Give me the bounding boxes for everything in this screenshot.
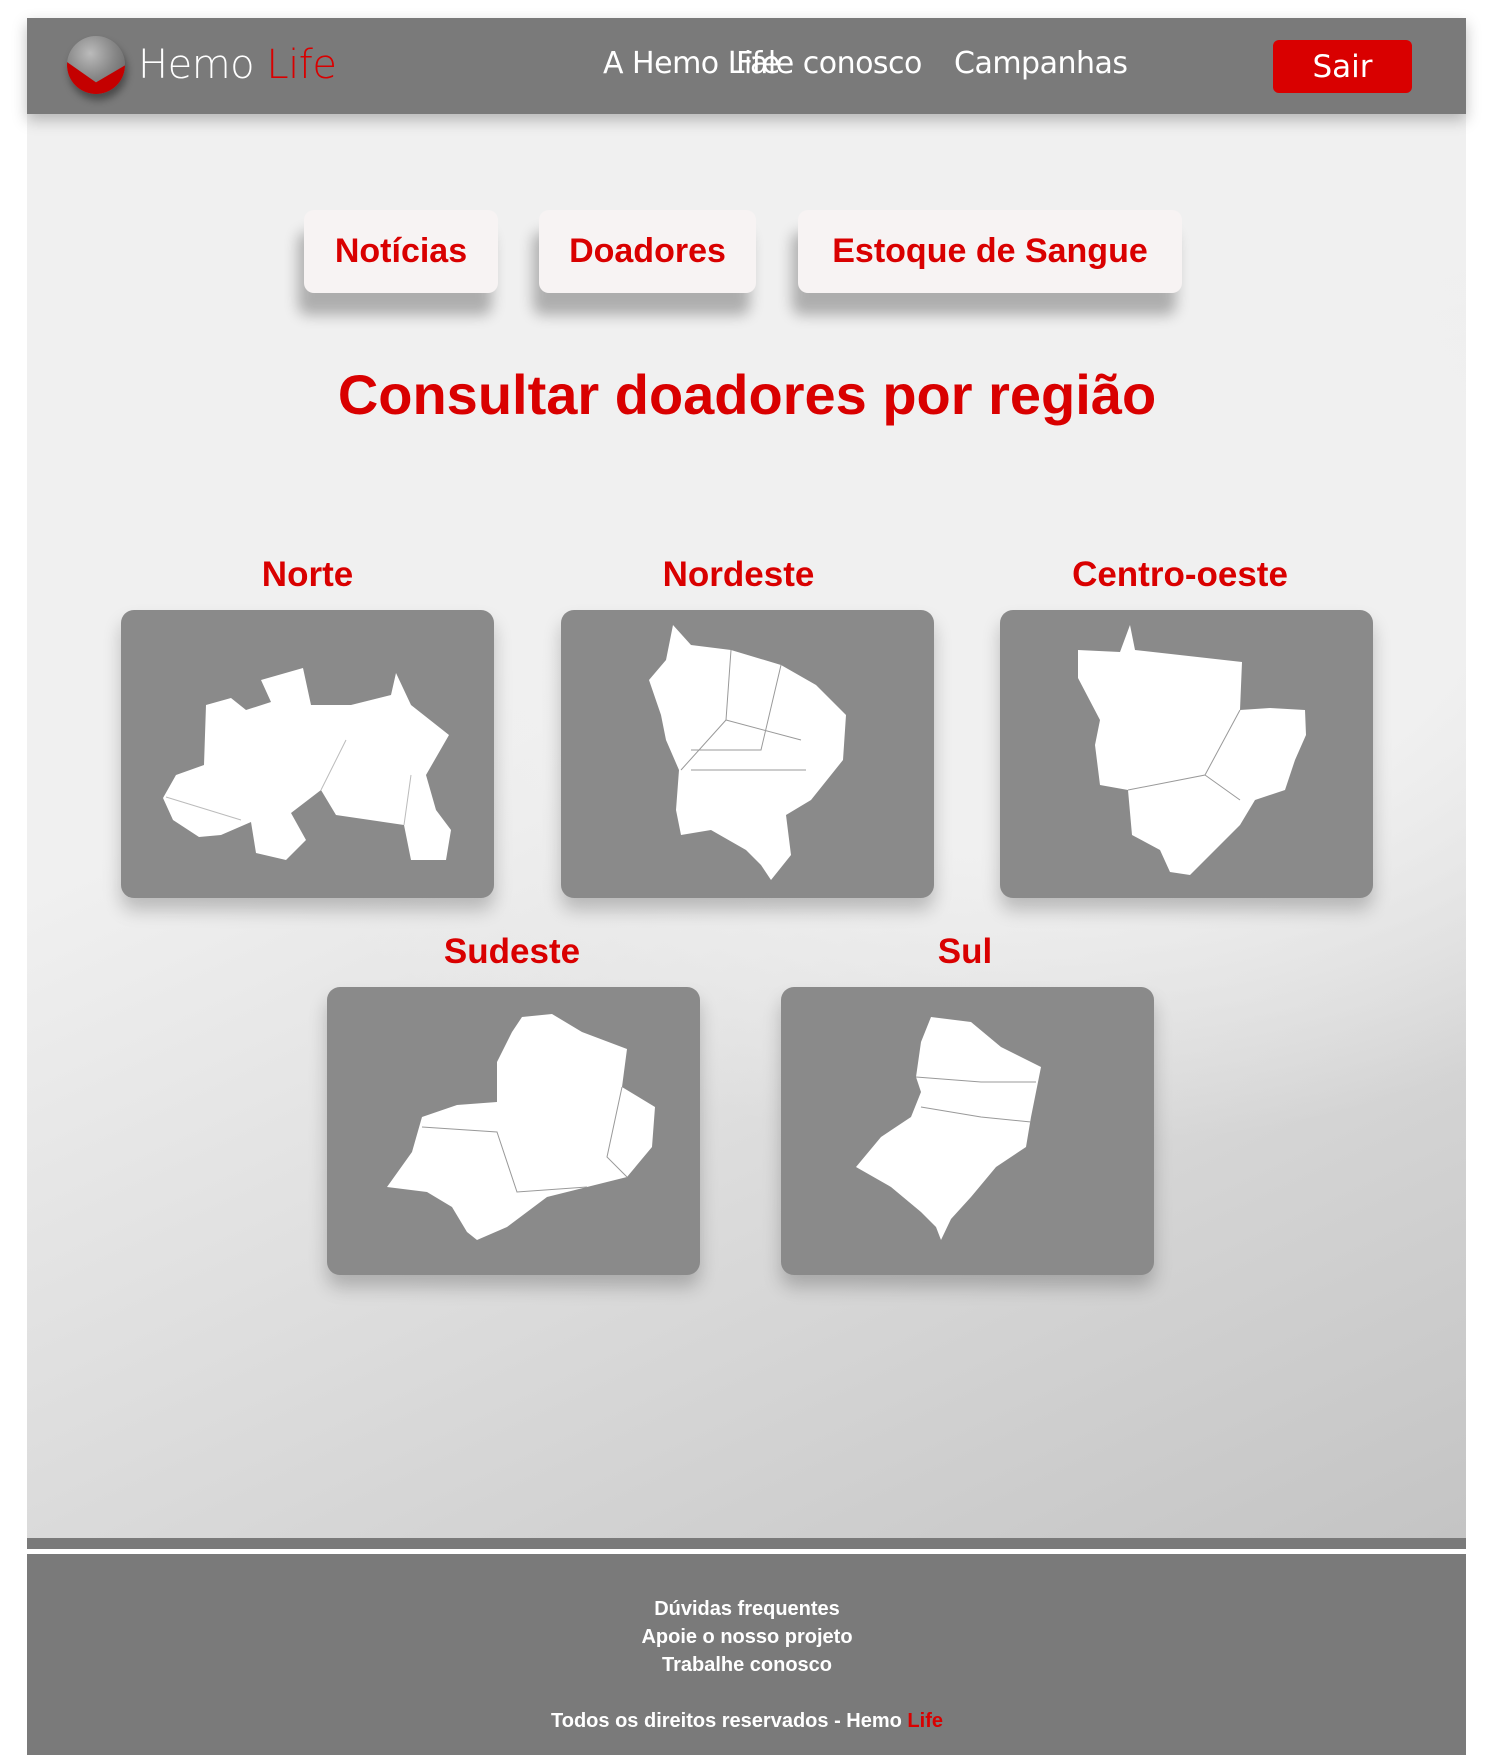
tab-estoque-de-sangue[interactable]: Estoque de Sangue [798,210,1182,293]
nav-campanhas[interactable]: Campanhas [954,46,1128,81]
tab-doadores[interactable]: Doadores [539,210,756,293]
page-title: Consultar doadores por região [337,363,1157,426]
nordeste-map-icon [649,625,846,880]
footer-link-duvidas[interactable]: Dúvidas frequentes [0,1598,1494,1621]
region-label-centro-oeste: Centro-oeste [1072,555,1288,594]
region-card-norte[interactable] [121,610,494,898]
nav-fale-conosco[interactable]: Fale conosco [736,46,922,81]
brand-main: Hemo [138,42,255,88]
region-label-sul: Sul [937,932,993,971]
brand[interactable]: Hemo Life [138,42,337,88]
tab-noticias[interactable]: Notícias [304,210,498,293]
copyright-accent: Life [907,1710,943,1732]
centro-oeste-map-icon [1078,625,1306,875]
region-label-nordeste: Nordeste [662,555,815,594]
footer-divider [27,1538,1466,1549]
region-card-sul[interactable] [781,987,1154,1275]
header: Hemo Life A Hemo Life Fale conosco Campa… [27,18,1466,114]
logo-icon[interactable] [67,36,125,94]
logout-button[interactable]: Sair [1273,40,1412,93]
footer-link-apoie[interactable]: Apoie o nosso projeto [0,1626,1494,1649]
region-label-norte: Norte [261,555,354,594]
footer-copyright: Todos os direitos reservados - Hemo Life [0,1710,1494,1733]
sudeste-map-icon [387,1014,655,1240]
brand-accent: Life [266,42,337,88]
region-card-centro-oeste[interactable] [1000,610,1373,898]
copyright-text: Todos os direitos reservados - Hemo [551,1710,902,1732]
norte-map-icon [163,668,451,860]
region-label-sudeste: Sudeste [443,932,581,971]
footer-link-trabalhe[interactable]: Trabalhe conosco [0,1654,1494,1677]
region-card-nordeste[interactable] [561,610,934,898]
region-card-sudeste[interactable] [327,987,700,1275]
sul-map-icon [856,1017,1041,1240]
